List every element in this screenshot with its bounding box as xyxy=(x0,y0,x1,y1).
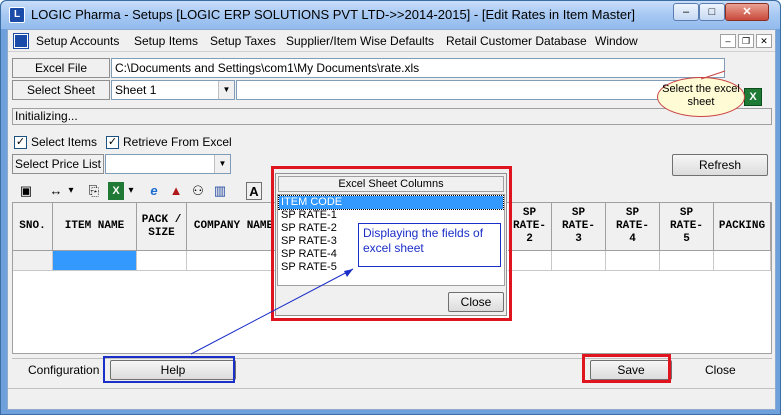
maximize-button[interactable]: □ xyxy=(699,3,725,21)
menu-setup-items[interactable]: Setup Items xyxy=(134,34,198,48)
grid-cell-company-name[interactable] xyxy=(187,251,281,271)
column-header-company-name[interactable]: COMPANY NAME xyxy=(187,203,281,251)
select-price-list-label: Select Price List xyxy=(12,154,104,174)
up-arrow-icon[interactable]: ▲ xyxy=(168,182,184,200)
excel-file-path-field[interactable]: C:\Documents and Settings\com1\My Docume… xyxy=(111,58,725,78)
title-bar[interactable]: L LOGIC Pharma - Setups [LOGIC ERP SOLUT… xyxy=(1,1,780,29)
app-icon: L xyxy=(9,7,25,23)
excel-icon[interactable]: X xyxy=(108,182,124,200)
status-bar xyxy=(8,388,775,409)
ie-icon[interactable]: e xyxy=(146,182,162,200)
grid-cell-sp-rate-2[interactable] xyxy=(508,251,552,271)
excel-dropdown-icon[interactable]: ▾ xyxy=(126,182,136,200)
chevron-down-icon[interactable]: ▼ xyxy=(218,81,234,99)
excel-file-label: Excel File xyxy=(12,58,110,78)
grid-cell-pack-size[interactable] xyxy=(137,251,187,271)
sheet-info-field xyxy=(236,80,725,100)
mdi-restore-button[interactable]: ❐ xyxy=(738,34,754,48)
menu-window[interactable]: Window xyxy=(595,34,638,48)
column-header-sno[interactable]: SNO. xyxy=(13,203,53,251)
close-button[interactable]: Close xyxy=(705,363,736,377)
column-header-sp-rate-3[interactable]: SP RATE-3 xyxy=(552,203,606,251)
close-window-button[interactable]: ✕ xyxy=(725,3,769,21)
mdi-child-icon[interactable] xyxy=(13,33,29,49)
app-window: L LOGIC Pharma - Setups [LOGIC ERP SOLUT… xyxy=(0,0,781,415)
menu-supplier-item-defaults[interactable]: Supplier/Item Wise Defaults xyxy=(286,34,434,48)
binoculars-icon[interactable]: ⚇ xyxy=(190,182,206,200)
chart-icon[interactable]: ▥ xyxy=(212,182,228,200)
retrieve-from-excel-checkbox[interactable]: ✓ xyxy=(106,136,119,149)
grid-cell-sp-rate-3[interactable] xyxy=(552,251,606,271)
configuration-button[interactable]: Configuration xyxy=(28,363,99,377)
mdi-minimize-button[interactable]: – xyxy=(720,34,736,48)
select-price-list-dropdown[interactable]: ▼ xyxy=(105,154,231,174)
menu-setup-accounts[interactable]: Setup Accounts xyxy=(36,34,119,48)
mdi-close-button[interactable]: ✕ xyxy=(756,34,772,48)
excel-icon[interactable]: X xyxy=(744,88,762,106)
font-icon[interactable]: A xyxy=(246,182,262,200)
move-dropdown-icon[interactable]: ▾ xyxy=(66,182,76,200)
help-highlight-box xyxy=(103,356,235,383)
grid-cell-item-name[interactable] xyxy=(53,251,137,271)
select-items-label: Select Items xyxy=(31,135,98,149)
retrieve-from-excel-label: Retrieve From Excel xyxy=(123,135,232,149)
status-text: Initializing... xyxy=(12,108,772,125)
move-icon[interactable]: ↔ xyxy=(48,182,64,200)
select-excel-hint: Select the excel sheet xyxy=(657,77,745,117)
menu-setup-taxes[interactable]: Setup Taxes xyxy=(210,34,276,48)
save-highlight-box xyxy=(582,354,671,383)
select-sheet-value: Sheet 1 xyxy=(115,83,157,97)
grid-cell-sp-rate-4[interactable] xyxy=(606,251,660,271)
refresh-button[interactable]: Refresh xyxy=(672,154,768,176)
select-items-checkbox[interactable]: ✓ xyxy=(14,136,27,149)
select-sheet-dropdown[interactable]: Sheet 1 ▼ xyxy=(111,80,235,100)
popup-highlight-box xyxy=(271,166,512,321)
minimize-button[interactable]: – xyxy=(673,3,699,21)
menu-retail-customer-database[interactable]: Retail Customer Database xyxy=(446,34,587,48)
grid-cell-packing[interactable] xyxy=(714,251,771,271)
copy-icon[interactable]: ⎘ xyxy=(86,182,102,200)
window-icon[interactable]: ▣ xyxy=(18,182,34,200)
menu-bar: Setup Accounts Setup Items Setup Taxes S… xyxy=(8,30,775,52)
column-header-pack-size[interactable]: PACK / SIZE xyxy=(137,203,187,251)
grid-cell-sp-rate-5[interactable] xyxy=(660,251,714,271)
select-sheet-label: Select Sheet xyxy=(12,80,110,100)
window-title: LOGIC Pharma - Setups [LOGIC ERP SOLUTIO… xyxy=(31,7,636,22)
column-header-sp-rate-4[interactable]: SP RATE-4 xyxy=(606,203,660,251)
column-header-sp-rate-2[interactable]: SP RATE-2 xyxy=(508,203,552,251)
grid-cell-sno[interactable] xyxy=(13,251,53,271)
column-header-item-name[interactable]: ITEM NAME xyxy=(53,203,137,251)
chevron-down-icon[interactable]: ▼ xyxy=(214,155,230,173)
column-header-sp-rate-5[interactable]: SP RATE-5 xyxy=(660,203,714,251)
column-header-packing[interactable]: PACKING xyxy=(714,203,771,251)
